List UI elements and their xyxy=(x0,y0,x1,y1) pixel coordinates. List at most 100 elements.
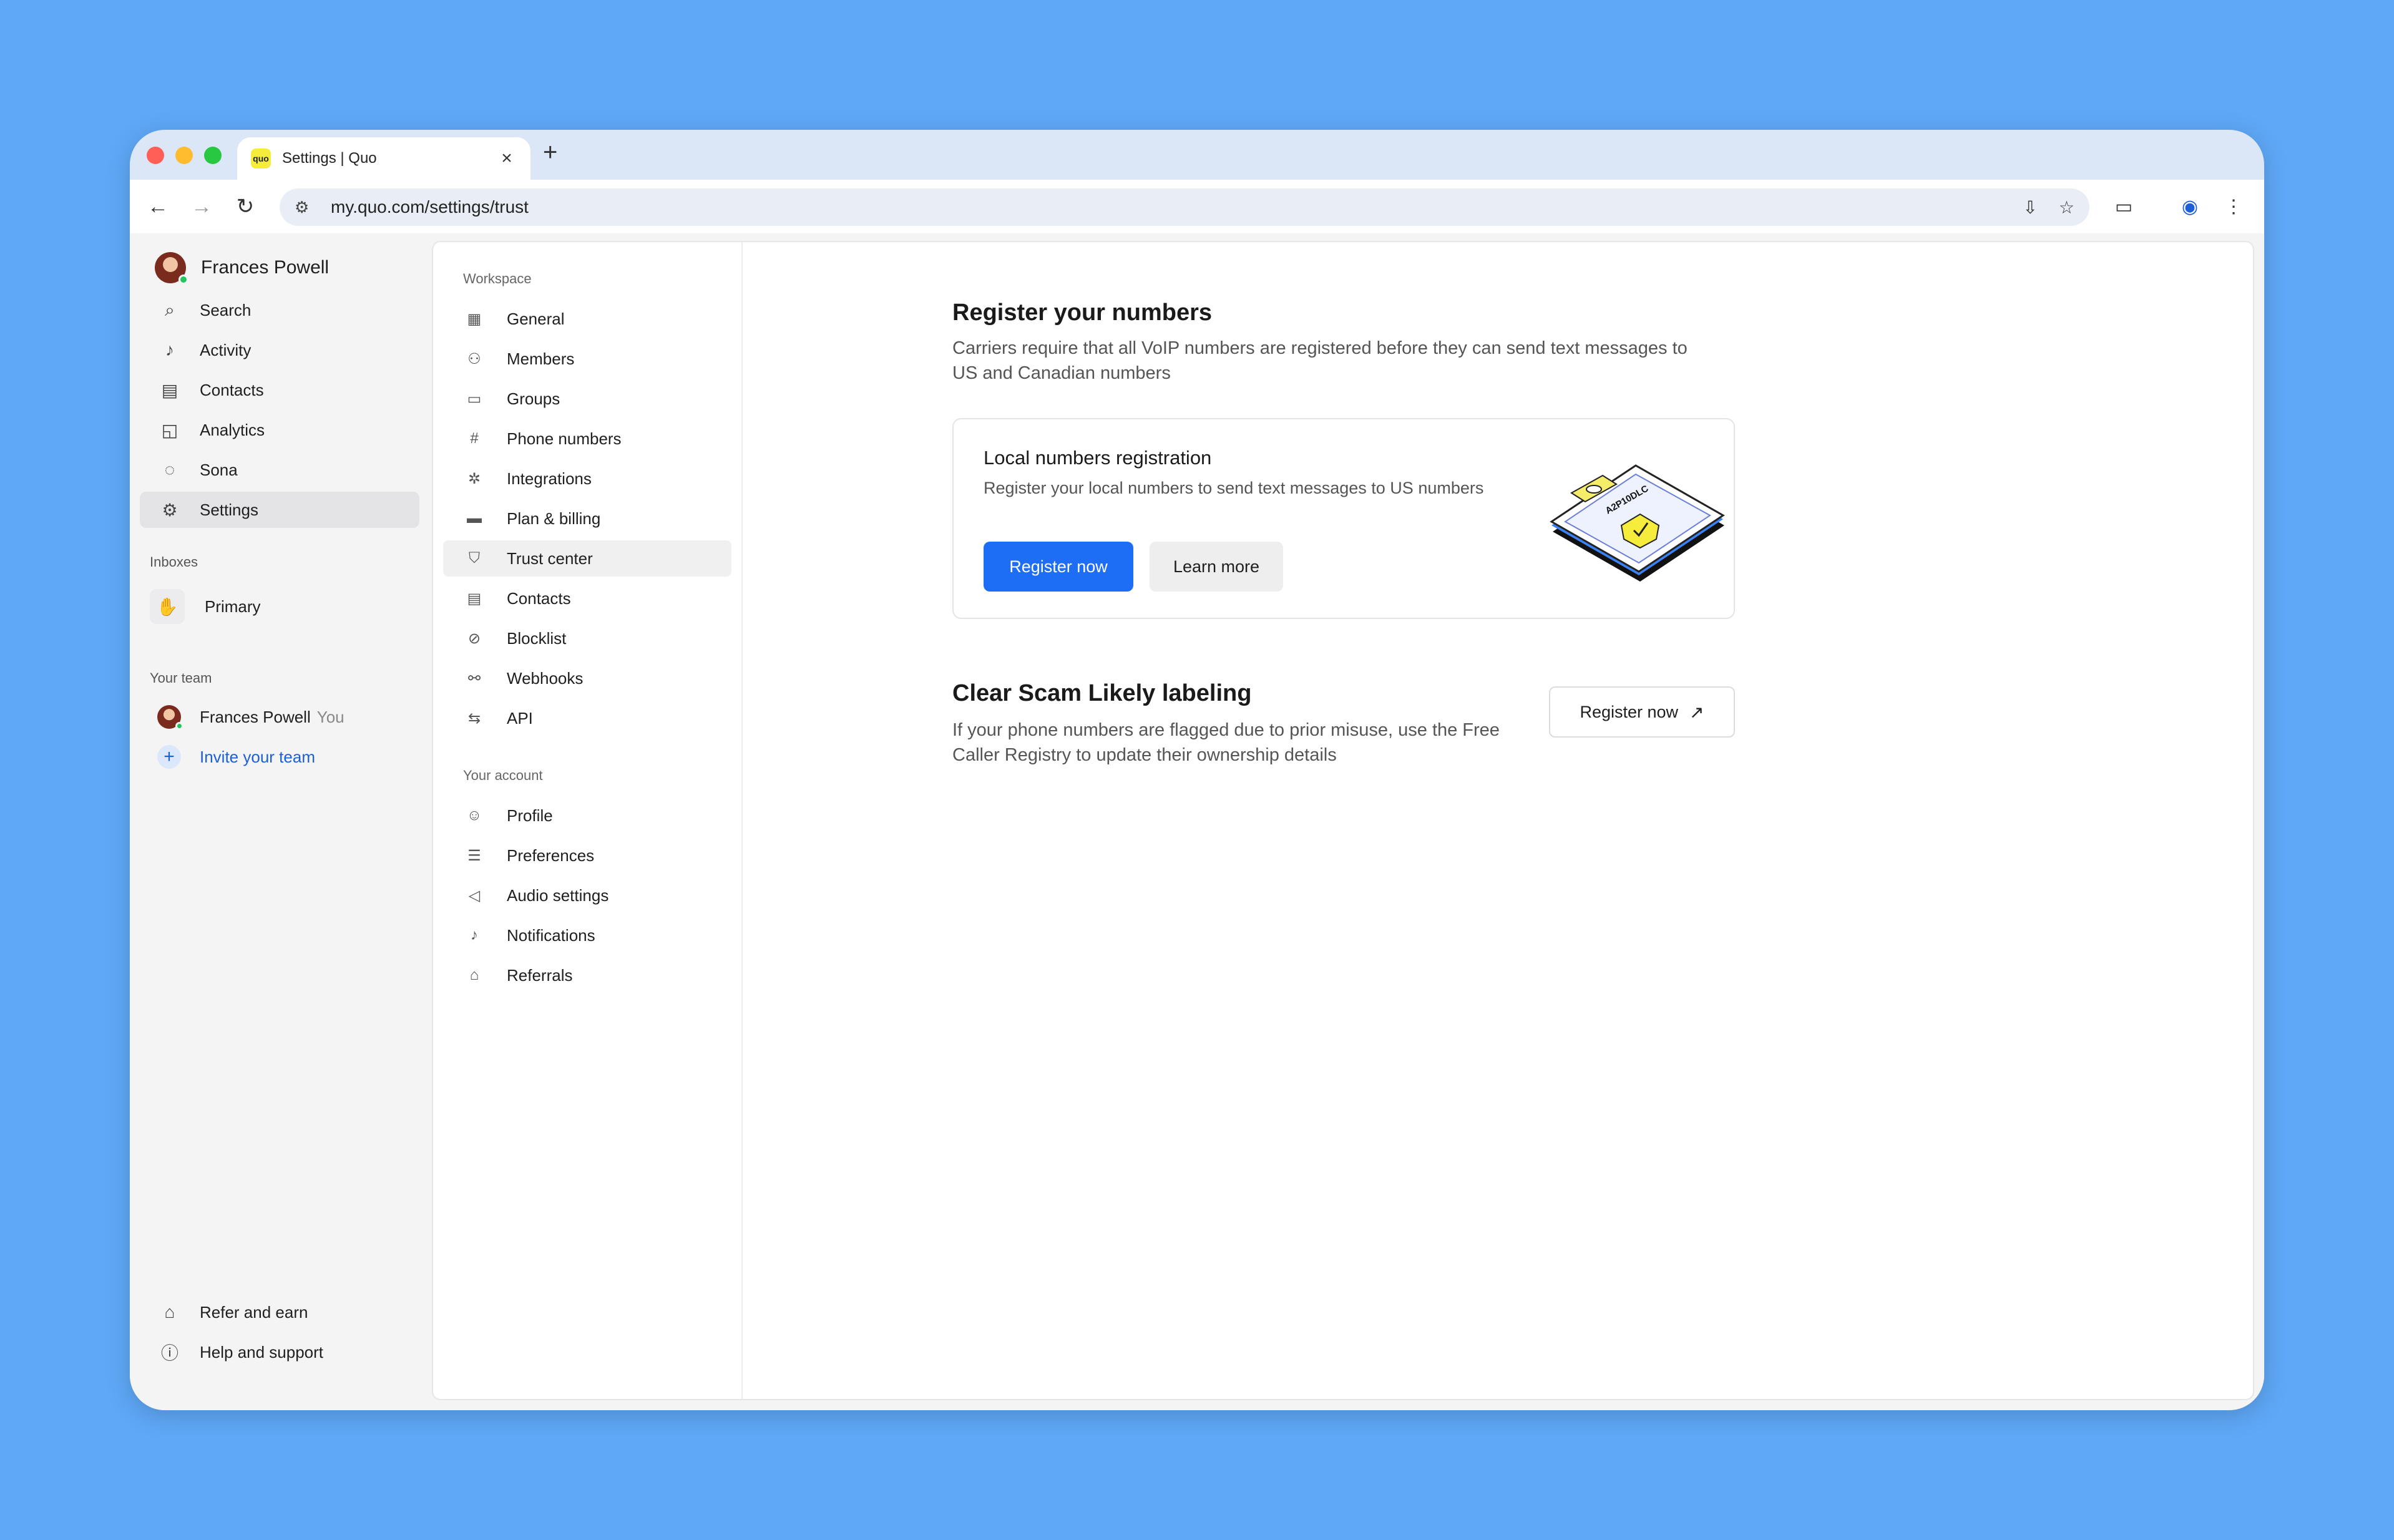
settings-item-label: Trust center xyxy=(507,548,593,568)
block-icon: ⊘ xyxy=(467,630,481,647)
you-label: You xyxy=(316,707,344,726)
contacts-icon: ▤ xyxy=(467,590,482,607)
back-icon[interactable]: ← xyxy=(142,191,173,222)
learn-more-button[interactable]: Learn more xyxy=(1150,542,1283,592)
settings-item-general[interactable]: ▦ General xyxy=(443,301,731,337)
register-now-external-button[interactable]: Register now ↗ xyxy=(1549,686,1735,738)
webhook-icon: ⚯ xyxy=(467,670,481,687)
external-arrow-icon: ↗ xyxy=(1689,702,1704,722)
quo-favicon-icon: quo xyxy=(251,149,271,168)
settings-item-label: API xyxy=(507,708,533,728)
site-settings-icon[interactable]: ⚙ xyxy=(295,198,317,217)
integrations-icon: ✲ xyxy=(467,470,481,487)
settings-item-api[interactable]: ⇆ API xyxy=(443,700,731,736)
settings-item-label: Integrations xyxy=(507,469,592,488)
tab-search-icon[interactable]: ▭ xyxy=(2108,191,2139,222)
forward-icon[interactable]: → xyxy=(186,191,217,222)
card-title: Local numbers registration xyxy=(984,447,1212,469)
bell-icon: ♪ xyxy=(165,340,174,359)
close-window-button[interactable] xyxy=(147,147,164,164)
settings-item-audio-settings[interactable]: ◁ Audio settings xyxy=(443,877,731,914)
clipboard-illustration-icon: A2P10DLC xyxy=(1550,464,1725,582)
scam-section-description: If your phone numbers are flagged due to… xyxy=(952,720,1500,765)
trust-center-content: Register your numbers Carriers require t… xyxy=(743,242,2253,1399)
maximize-window-button[interactable] xyxy=(204,147,222,164)
waving-hand-icon: ✋ xyxy=(150,589,185,624)
settings-item-referrals[interactable]: ⌂ Referrals xyxy=(443,957,731,993)
user-name: Frances Powell xyxy=(201,257,330,278)
reload-icon[interactable]: ↻ xyxy=(230,191,261,222)
register-now-button[interactable]: Register now xyxy=(984,542,1133,592)
settings-item-notifications[interactable]: ♪ Notifications xyxy=(443,917,731,953)
scam-section-title: Clear Scam Likely labeling xyxy=(952,680,1252,706)
browser-toolbar: ← → ↻ ⚙ my.quo.com/settings/trust ⇩ ☆ ▭ … xyxy=(130,180,2264,233)
sidebar-item-contacts[interactable]: ▤ Contacts xyxy=(140,372,419,408)
settings-item-webhooks[interactable]: ⚯ Webhooks xyxy=(443,660,731,696)
page-subtitle: Carriers require that all VoIP numbers a… xyxy=(952,338,1688,383)
gear-icon: ⚙ xyxy=(162,500,178,520)
settings-panel: Workspace ▦ General ⚇ Members ▭ Groups #… xyxy=(432,241,2254,1400)
sidebar-item-label: Settings xyxy=(200,500,258,519)
sidebar-item-sona[interactable]: ◌ Sona xyxy=(140,452,419,488)
settings-item-profile[interactable]: ☺ Profile xyxy=(443,797,731,834)
browser-menu-icon[interactable]: ⋮ xyxy=(2218,191,2249,222)
team-member[interactable]: Frances Powell You xyxy=(140,699,419,735)
inbox-primary[interactable]: ✋ Primary xyxy=(140,584,419,629)
sidebar-item-activity[interactable]: ♪ Activity xyxy=(140,332,419,368)
settings-item-label: Notifications xyxy=(507,925,595,945)
sidebar-item-label: Activity xyxy=(200,340,252,359)
settings-item-label: Members xyxy=(507,349,575,368)
minimize-window-button[interactable] xyxy=(175,147,193,164)
browser-tab[interactable]: quo Settings | Quo × xyxy=(237,137,530,180)
speaker-icon: ◁ xyxy=(468,887,481,904)
new-tab-icon[interactable]: + xyxy=(543,139,557,167)
local-registration-card: Local numbers registration Register your… xyxy=(952,418,1735,619)
settings-item-members[interactable]: ⚇ Members xyxy=(443,341,731,377)
card-description: Register your local numbers to send text… xyxy=(984,479,1484,497)
settings-item-phone-numbers[interactable]: # Phone numbers xyxy=(443,421,731,457)
sidebar-item-label: Analytics xyxy=(200,420,265,439)
settings-item-contacts[interactable]: ▤ Contacts xyxy=(443,580,731,616)
members-icon: ⚇ xyxy=(467,350,481,368)
settings-item-blocklist[interactable]: ⊘ Blocklist xyxy=(443,620,731,656)
bookmark-star-icon[interactable]: ☆ xyxy=(2059,197,2074,218)
current-user[interactable]: Frances Powell xyxy=(155,252,330,285)
settings-item-trust-center[interactable]: ⛉ Trust center xyxy=(443,540,731,577)
page-title: Register your numbers xyxy=(952,300,1212,326)
close-tab-icon[interactable]: × xyxy=(497,148,517,169)
settings-nav: Workspace ▦ General ⚇ Members ▭ Groups #… xyxy=(433,242,743,1399)
sidebar-item-analytics[interactable]: ◱ Analytics xyxy=(140,412,419,448)
folder-icon: ▭ xyxy=(467,390,482,407)
help-and-support-button[interactable]: ⓘ Help and support xyxy=(140,1334,419,1370)
sliders-icon: ☰ xyxy=(467,847,481,864)
profile-icon[interactable]: ◉ xyxy=(2174,191,2206,222)
settings-item-plan-billing[interactable]: ▬ Plan & billing xyxy=(443,500,731,537)
tab-title: Settings | Quo xyxy=(282,150,377,167)
settings-item-integrations[interactable]: ✲ Integrations xyxy=(443,461,731,497)
contacts-icon: ▤ xyxy=(161,380,178,400)
search-icon: ⌕ xyxy=(165,300,175,319)
invite-team-button[interactable]: + Invite your team xyxy=(140,739,419,775)
settings-item-label: Plan & billing xyxy=(507,509,601,528)
settings-item-groups[interactable]: ▭ Groups xyxy=(443,381,731,417)
app-content: Frances Powell ⌕ Search ♪ Activity ▤ Con… xyxy=(130,233,2264,1410)
refer-and-earn-button[interactable]: ⌂ Refer and earn xyxy=(140,1294,419,1330)
gift-icon: ⌂ xyxy=(164,1302,175,1322)
sidebar-item-search[interactable]: ⌕ Search xyxy=(140,292,419,328)
address-bar[interactable]: ⚙ my.quo.com/settings/trust ⇩ ☆ xyxy=(280,188,2089,226)
settings-item-label: Contacts xyxy=(507,588,571,608)
settings-item-label: Webhooks xyxy=(507,668,584,688)
sona-icon: ◌ xyxy=(164,460,175,479)
bell-icon: ♪ xyxy=(471,927,478,943)
refer-label: Refer and earn xyxy=(200,1302,308,1322)
settings-item-label: Referrals xyxy=(507,965,573,985)
app-sidebar: Frances Powell ⌕ Search ♪ Activity ▤ Con… xyxy=(130,233,428,1410)
settings-item-label: Groups xyxy=(507,389,560,408)
settings-item-preferences[interactable]: ☰ Preferences xyxy=(443,837,731,874)
install-app-icon[interactable]: ⇩ xyxy=(2023,197,2037,218)
inbox-label: Primary xyxy=(205,597,261,616)
sidebar-item-label: Search xyxy=(200,300,252,319)
settings-item-label: General xyxy=(507,309,565,328)
gift-icon: ⌂ xyxy=(469,967,479,983)
sidebar-item-settings[interactable]: ⚙ Settings xyxy=(140,492,419,528)
